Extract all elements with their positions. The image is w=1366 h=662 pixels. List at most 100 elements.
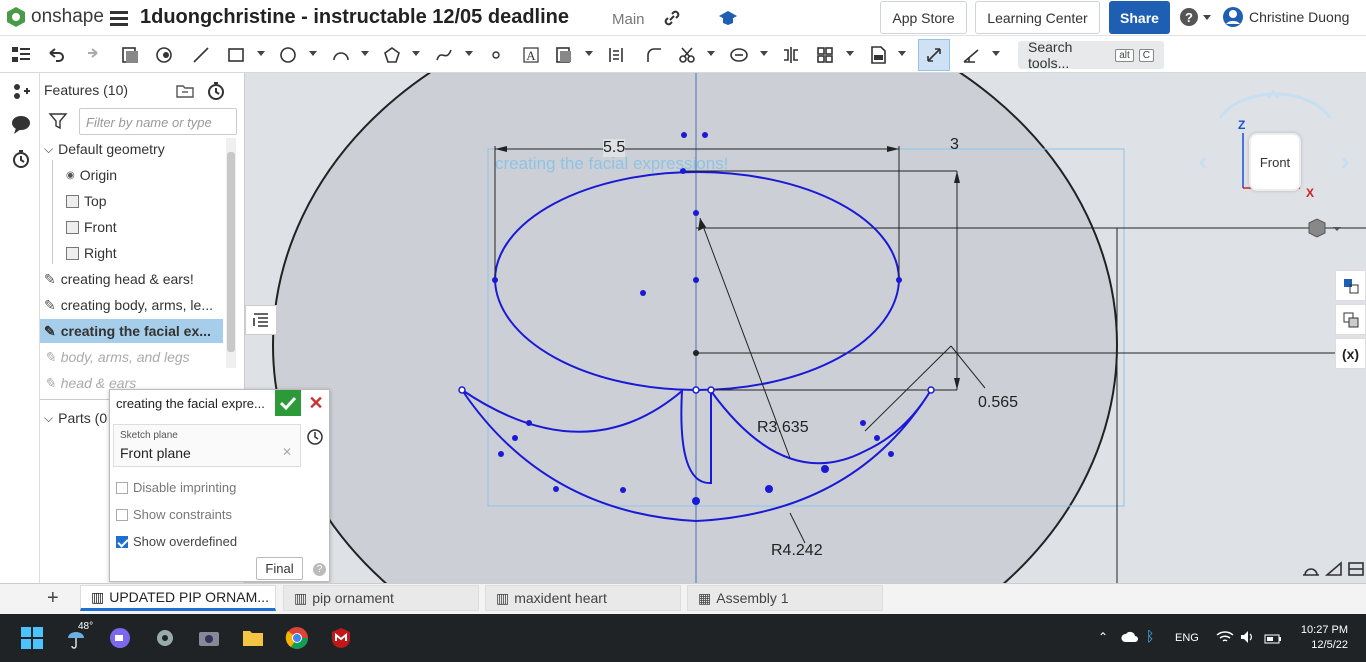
- undo-icon[interactable]: [45, 44, 67, 66]
- tree-top-plane[interactable]: Top: [66, 189, 107, 213]
- checkbox-icon[interactable]: [116, 508, 128, 521]
- share-button[interactable]: Share: [1109, 1, 1170, 34]
- dimension-tool-icon[interactable]: [918, 39, 950, 71]
- windows-start-icon[interactable]: [20, 626, 44, 650]
- mirror-tool-icon[interactable]: [780, 44, 802, 66]
- pattern-dropdown-icon[interactable]: [846, 51, 854, 56]
- tab-assembly-1[interactable]: ▦ Assembly 1: [687, 585, 883, 611]
- add-folder-icon[interactable]: [175, 82, 195, 103]
- insert-feature-icon[interactable]: [10, 80, 32, 105]
- point-tool-icon[interactable]: [485, 44, 507, 66]
- hamburger-menu-icon[interactable]: [110, 9, 130, 30]
- rectangle-tool-icon[interactable]: [225, 44, 247, 66]
- part-studio-panel-icon[interactable]: [1335, 304, 1366, 335]
- teams-chat-icon[interactable]: [108, 626, 132, 650]
- tab-maxident-heart[interactable]: ▥ maxident heart: [485, 585, 681, 611]
- measure-icon[interactable]: [1302, 561, 1320, 580]
- mcafee-icon[interactable]: [329, 626, 353, 650]
- feature-scroll-thumb[interactable]: [227, 152, 235, 352]
- sketch-list-toggle-icon[interactable]: [245, 305, 277, 335]
- trim-dropdown-icon[interactable]: [707, 51, 715, 56]
- view-cube-front[interactable]: Front: [1249, 133, 1301, 191]
- filter-icon[interactable]: [48, 112, 68, 133]
- display-options-icon[interactable]: [1347, 561, 1365, 580]
- accept-checkmark-icon[interactable]: [275, 390, 301, 416]
- tree-parts[interactable]: ⌵ Parts (0: [44, 406, 107, 430]
- tree-right-plane[interactable]: Right: [66, 241, 117, 265]
- line-tool-icon[interactable]: [190, 44, 212, 66]
- tab-pip-ornament[interactable]: ▥ pip ornament: [283, 585, 479, 611]
- tree-front-plane[interactable]: Front: [66, 215, 117, 239]
- arc-dropdown-icon[interactable]: [361, 51, 369, 56]
- polygon-dropdown-icon[interactable]: [412, 51, 420, 56]
- tree-default-geometry[interactable]: ⌵ Default geometry: [44, 137, 165, 161]
- learning-cap-icon[interactable]: [718, 9, 738, 30]
- tree-rolled-back-body[interactable]: ✎ body, arms, and legs: [44, 345, 224, 369]
- tree-sketch-facial[interactable]: ✎ creating the facial ex...: [40, 319, 223, 343]
- trim-tool-icon[interactable]: [676, 44, 698, 66]
- app-store-button[interactable]: App Store: [880, 1, 967, 34]
- show-constraints-checkbox[interactable]: Show constraints: [116, 507, 232, 522]
- rectangle-dropdown-icon[interactable]: [257, 51, 265, 56]
- redo-icon[interactable]: [80, 44, 102, 66]
- use-tool-icon[interactable]: [553, 44, 575, 66]
- collapse-chevron-icon[interactable]: ⌵: [44, 142, 53, 157]
- view-options-cube-icon[interactable]: [1303, 217, 1343, 244]
- bluetooth-icon[interactable]: ᛒ: [1146, 628, 1154, 644]
- clear-field-icon[interactable]: ✕: [282, 445, 292, 459]
- settings-gear-icon[interactable]: [153, 626, 177, 650]
- help-question-icon[interactable]: ?: [313, 563, 326, 576]
- spline-dropdown-icon[interactable]: [465, 51, 473, 56]
- user-name[interactable]: Christine Duong: [1249, 9, 1349, 25]
- help-dropdown-icon[interactable]: [1203, 15, 1211, 20]
- cancel-close-icon[interactable]: ✕: [303, 390, 329, 416]
- checkbox-icon[interactable]: [116, 481, 128, 494]
- show-hidden-icons-chevron-icon[interactable]: ⌃: [1098, 630, 1108, 644]
- sketch-plane-field[interactable]: Sketch plane Front plane ✕: [113, 424, 301, 467]
- dimension-radius-2[interactable]: R4.242: [771, 542, 823, 560]
- construction-tool-icon[interactable]: [605, 44, 627, 66]
- tree-sketch-head[interactable]: ✎ creating head & ears!: [44, 267, 224, 291]
- history-icon[interactable]: [10, 148, 32, 173]
- import-dropdown-icon[interactable]: [898, 51, 906, 56]
- text-tool-icon[interactable]: A: [520, 44, 542, 66]
- collapse-chevron-icon[interactable]: ⌵: [44, 411, 53, 426]
- paste-sketch-icon[interactable]: [153, 44, 175, 66]
- dxf-import-icon[interactable]: [867, 44, 889, 66]
- sketch-history-icon[interactable]: [306, 428, 324, 449]
- help-icon[interactable]: ?: [1180, 8, 1198, 26]
- link-icon[interactable]: [663, 9, 681, 30]
- disable-imprinting-checkbox[interactable]: Disable imprinting: [116, 480, 236, 495]
- copy-sketch-icon[interactable]: [118, 44, 140, 66]
- constraints-tool-icon[interactable]: [960, 44, 982, 66]
- spline-tool-icon[interactable]: [433, 44, 455, 66]
- sketch-drawing[interactable]: [245, 73, 1366, 583]
- offset-dropdown-icon[interactable]: [760, 51, 768, 56]
- tree-sketch-body[interactable]: ✎ creating body, arms, le...: [44, 293, 224, 317]
- polygon-tool-icon[interactable]: [381, 44, 403, 66]
- offset-tool-icon[interactable]: [728, 44, 750, 66]
- document-title[interactable]: 1duongchristine - instructable 12/05 dea…: [140, 6, 569, 29]
- feature-list-icon[interactable]: [10, 44, 32, 69]
- file-explorer-icon[interactable]: [241, 626, 265, 650]
- section-view-icon[interactable]: [1324, 561, 1343, 580]
- system-clock[interactable]: 10:27 PM 12/5/22: [1290, 623, 1348, 653]
- chrome-icon[interactable]: [285, 626, 309, 650]
- final-button[interactable]: Final: [256, 557, 303, 580]
- battery-icon[interactable]: [1264, 632, 1282, 647]
- wifi-icon[interactable]: [1216, 630, 1234, 647]
- add-tab-plus-icon[interactable]: +: [47, 587, 59, 610]
- use-dropdown-icon[interactable]: [585, 51, 593, 56]
- branch-label[interactable]: Main: [612, 11, 645, 28]
- fillet-tool-icon[interactable]: [643, 44, 665, 66]
- sketch-dialog-title[interactable]: creating the facial expre...: [116, 396, 272, 411]
- rollback-timer-icon[interactable]: [206, 81, 226, 104]
- circle-tool-icon[interactable]: [277, 44, 299, 66]
- pattern-tool-icon[interactable]: [814, 44, 836, 66]
- tree-origin[interactable]: ◉ Origin: [66, 163, 117, 187]
- checkbox-checked-icon[interactable]: [116, 535, 128, 548]
- dimension-offset[interactable]: 0.565: [978, 394, 1018, 412]
- arc-tool-icon[interactable]: [330, 44, 352, 66]
- constraints-dropdown-icon[interactable]: [992, 51, 1000, 56]
- language-indicator[interactable]: ENG: [1175, 632, 1199, 644]
